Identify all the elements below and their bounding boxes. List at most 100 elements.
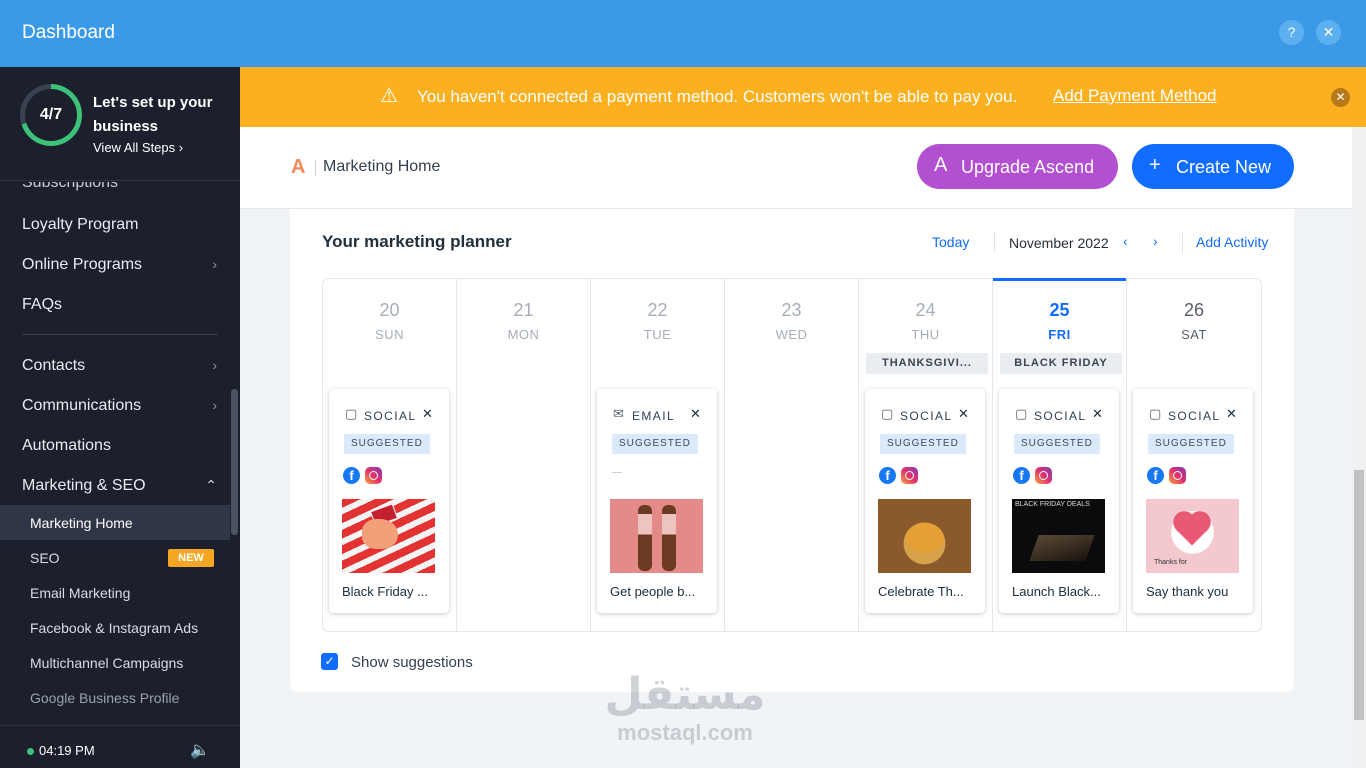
setup-title: Let's set up your business [93,94,213,135]
create-new-button[interactable]: + Create New [1132,144,1294,189]
sidebar-footer: 04:19 PM 🔈 [0,725,240,768]
activity-thumbnail: BLACK FRIDAY DEALS [1012,499,1105,573]
banner-message: You haven't connected a payment method. … [417,87,1018,106]
facebook-icon: f [343,467,360,484]
facebook-icon: f [1147,467,1164,484]
dismiss-icon[interactable]: ✕ [1092,406,1103,422]
ascend-icon: A [934,154,948,176]
day-name: SAT [1181,327,1207,342]
close-window-icon[interactable]: ✕ [1316,20,1341,45]
show-suggestions-label: Show suggestions [351,654,473,671]
activity-card[interactable]: ▢ SOCIAL ✕ SUGGESTED f Thanks for Say th… [1133,389,1253,613]
activity-kind: SOCIAL [1034,409,1087,423]
suggested-badge: SUGGESTED [880,434,966,454]
sidebar-item-online-programs[interactable]: Online Programs › [22,256,217,274]
close-banner-icon[interactable]: ✕ [1331,88,1350,107]
chevron-right-icon: › [212,397,217,413]
activity-card[interactable]: ▢ SOCIAL ✕ SUGGESTED f Celebrate Th... [865,389,985,613]
chevron-right-icon[interactable]: › [1153,233,1158,249]
facebook-icon: f [1013,467,1030,484]
day-name: WED [775,327,808,342]
email-icon: ✉ [613,406,624,421]
sidebar-item-label: Communications [22,397,142,414]
day-name: FRI [1048,327,1071,342]
sidebar-item-communications[interactable]: Communications › [22,397,217,415]
sidebar-item-label: Loyalty Program [22,216,139,233]
activity-card[interactable]: ▢ SOCIAL ✕ SUGGESTED f Black Friday ... [329,389,449,613]
help-icon[interactable]: ? [1279,20,1304,45]
activity-kind: EMAIL [632,409,676,423]
thumbnail-text: Thanks for [1154,559,1188,566]
today-button[interactable]: Today [932,234,969,250]
holiday-label: BLACK FRIDAY [1000,353,1122,374]
day-number: 24 [915,300,936,320]
social-post-icon: ▢ [345,406,358,421]
sidebar-item-loyalty-program[interactable]: Loyalty Program [22,216,217,234]
sidebar-subitem-multichannel-campaigns[interactable]: Multichannel Campaigns [30,655,183,671]
sidebar-subitem-seo[interactable]: SEO [30,550,60,566]
empty-channels-placeholder [612,472,622,473]
day-number: 22 [647,300,668,320]
dismiss-icon[interactable]: ✕ [690,406,701,422]
instagram-icon [365,467,382,484]
watermark-arabic: مستقل [604,670,766,719]
sidebar-subitem-google-business-profile[interactable]: Google Business Profile [30,690,179,706]
chevron-left-icon[interactable]: ‹ [1123,233,1128,249]
add-payment-method-link[interactable]: Add Payment Method [1053,86,1216,106]
activity-kind: SOCIAL [900,409,953,423]
calendar-day-25[interactable]: 25 FRI BLACK FRIDAY ▢ SOCIAL ✕ SUGGESTED… [993,278,1127,631]
calendar-day-24[interactable]: 24 THU THANKSGIVI... ▢ SOCIAL ✕ SUGGESTE… [859,279,993,631]
sidebar-item-marketing-seo[interactable]: Marketing & SEO ⌃ [22,477,217,495]
sidebar: 4/7 Let's set up your business View All … [0,67,240,768]
upgrade-ascend-button[interactable]: A Upgrade Ascend [917,144,1118,189]
week-calendar: 20 SUN ▢ SOCIAL ✕ SUGGESTED f Black Frid… [322,278,1262,632]
payment-warning-banner: ⚠ You haven't connected a payment method… [240,67,1366,127]
chevron-up-icon: ⌃ [205,477,217,493]
activity-card[interactable]: ▢ SOCIAL ✕ SUGGESTED f BLACK FRIDAY DEAL… [999,389,1119,613]
calendar-day-26[interactable]: 26 SAT ▢ SOCIAL ✕ SUGGESTED f Thanks for… [1127,279,1261,631]
activity-caption: Launch Black... [1012,584,1101,599]
sidebar-item-faqs[interactable]: FAQs [22,296,217,314]
show-suggestions-checkbox[interactable]: ✓ [321,653,338,670]
add-activity-button[interactable]: Add Activity [1196,234,1268,250]
calendar-day-21[interactable]: 21 MON [457,279,591,631]
calendar-day-20[interactable]: 20 SUN ▢ SOCIAL ✕ SUGGESTED f Black Frid… [323,279,457,631]
setup-progress-panel[interactable]: 4/7 Let's set up your business View All … [0,67,240,181]
sidebar-scrollbar[interactable] [231,389,238,535]
planner-title: Your marketing planner [322,232,512,251]
activity-thumbnail: Thanks for [1146,499,1239,573]
sidebar-item-label: Contacts [22,357,86,374]
day-number: 26 [1183,300,1205,320]
dismiss-icon[interactable]: ✕ [958,406,969,422]
create-new-label: Create New [1176,157,1272,177]
warning-icon: ⚠ [380,85,398,107]
sidebar-subitem-marketing-home[interactable]: Marketing Home [30,515,133,531]
window-title: Dashboard [22,22,115,43]
sidebar-item-label: Online Programs [22,256,143,273]
control-divider [1182,231,1183,253]
sidebar-item-label: Marketing & SEO [22,477,146,494]
breadcrumb-separator [315,160,316,176]
sidebar-divider [22,334,218,335]
view-all-steps-link[interactable]: View All Steps › [93,140,183,155]
main-scrollbar[interactable] [1352,127,1366,768]
chevron-right-icon: › [212,256,217,272]
activity-card[interactable]: ✉ EMAIL ✕ SUGGESTED Get people b... [597,389,717,613]
activity-caption: Black Friday ... [342,584,428,599]
setup-progress-count: 4/7 [25,89,77,141]
chevron-right-icon: › [212,357,217,373]
main-scrollbar-thumb[interactable] [1354,470,1364,720]
sidebar-item-contacts[interactable]: Contacts › [22,357,217,375]
suggested-badge: SUGGESTED [612,434,698,454]
dismiss-icon[interactable]: ✕ [1226,406,1237,422]
dismiss-icon[interactable]: ✕ [422,406,433,422]
day-number: 21 [513,300,534,320]
sidebar-subitem-facebook-instagram-ads[interactable]: Facebook & Instagram Ads [30,620,198,636]
sidebar-subitem-email-marketing[interactable]: Email Marketing [30,585,130,601]
activity-kind: SOCIAL [1168,409,1221,423]
speaker-icon[interactable]: 🔈 [190,740,210,760]
calendar-day-22[interactable]: 22 TUE ✉ EMAIL ✕ SUGGESTED Get people b.… [591,279,725,631]
current-day-indicator [993,278,1126,281]
sidebar-item-automations[interactable]: Automations [22,437,217,455]
calendar-day-23[interactable]: 23 WED [725,279,859,631]
